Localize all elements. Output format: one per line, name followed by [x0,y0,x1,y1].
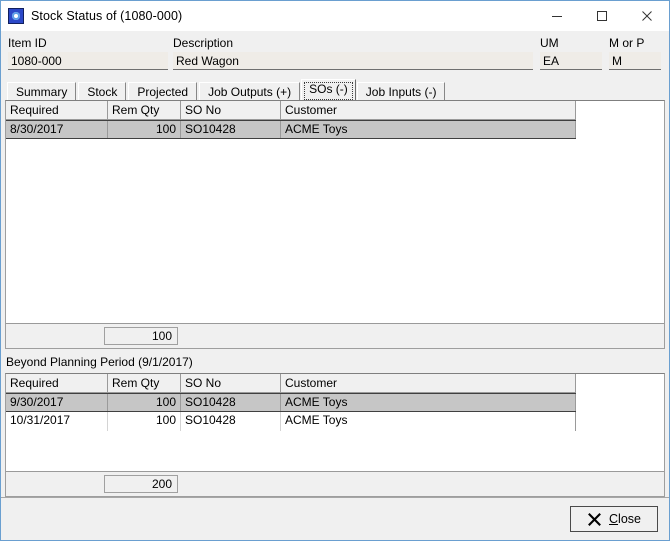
m-or-p-input[interactable] [609,52,661,70]
tab-job-inputs[interactable]: Job Inputs (-) [356,82,446,100]
close-button-label: Close [609,512,641,526]
cell-required: 8/30/2017 [6,121,108,138]
window-title: Stock Status of (1080-000) [31,9,183,23]
beyond-planning-period-label: Beyond Planning Period (9/1/2017) [1,353,669,373]
footer-bar: Close [1,497,669,540]
title-bar: Stock Status of (1080-000) [1,1,669,31]
cell-required: 9/30/2017 [6,394,108,411]
column-header-so-no[interactable]: SO No [181,101,281,119]
header-fields: Item ID Description UM M or P [1,31,669,77]
item-id-input[interactable] [8,52,168,70]
cell-so-no: SO10428 [181,121,281,138]
table-row[interactable]: 8/30/2017 100 SO10428 ACME Toys [6,120,576,139]
um-input[interactable] [540,52,602,70]
tab-summary-label: Summary [16,85,68,99]
tab-job-outputs-label: Job Outputs (+) [208,85,292,99]
minimize-button[interactable] [534,1,579,31]
tab-sos-label: SOs (-) [309,82,348,96]
column-header-rem-qty[interactable]: Rem Qty [108,101,181,119]
tab-stock[interactable]: Stock [78,82,127,100]
table-row[interactable]: 10/31/2017 100 SO10428 ACME Toys [6,412,576,431]
cell-required: 10/31/2017 [6,412,108,431]
close-window-button[interactable] [624,1,669,31]
beyond-total-value: 200 [104,475,178,493]
sos-total-bar: 100 [6,323,664,348]
app-icon [8,8,24,24]
description-input[interactable] [173,52,533,70]
stock-status-window: Stock Status of (1080-000) Item ID 1080-… [0,0,670,541]
sos-grid[interactable]: Required Rem Qty SO No Customer 8/30/201… [6,101,664,323]
close-rest-letters: lose [618,512,641,526]
maximize-icon [596,11,607,21]
sos-grid-body: 8/30/2017 100 SO10428 ACME Toys [6,120,664,139]
tab-summary[interactable]: Summary [7,82,77,100]
x-icon [588,512,601,526]
beyond-planning-grid[interactable]: Required Rem Qty SO No Customer 9/30/201… [6,374,664,471]
description-label: Description [173,36,234,50]
cell-rem-qty: 100 [108,394,181,411]
tab-sos[interactable]: SOs (-) [301,79,356,100]
tab-strip: Summary Stock Projected Job Outputs (+) … [1,77,669,100]
column-header-required[interactable]: Required [6,374,108,392]
window-controls [534,1,669,31]
column-header-required[interactable]: Required [6,101,108,119]
item-id-label: Item ID [8,36,47,50]
table-row[interactable]: 9/30/2017 100 SO10428 ACME Toys [6,393,576,412]
tab-projected[interactable]: Projected [128,82,198,100]
cell-customer: ACME Toys [281,412,576,431]
m-or-p-label: M or P [609,36,645,50]
cell-rem-qty: 100 [108,121,181,138]
cell-customer: ACME Toys [281,394,576,411]
beyond-grid-header: Required Rem Qty SO No Customer [6,374,576,393]
maximize-button[interactable] [579,1,624,31]
close-button[interactable]: Close [570,506,658,532]
minimize-icon [551,16,562,17]
cell-rem-qty: 100 [108,412,181,431]
column-header-rem-qty[interactable]: Rem Qty [108,374,181,392]
sos-grid-panel: Required Rem Qty SO No Customer 8/30/201… [5,100,665,349]
tab-stock-label: Stock [87,85,118,99]
close-accel-letter: C [609,512,619,526]
column-header-customer[interactable]: Customer [281,101,576,119]
beyond-planning-grid-panel: Required Rem Qty SO No Customer 9/30/201… [5,373,665,497]
um-label: UM [540,36,559,50]
column-header-so-no[interactable]: SO No [181,374,281,392]
cell-so-no: SO10428 [181,412,281,431]
column-header-customer[interactable]: Customer [281,374,576,392]
cell-customer: ACME Toys [281,121,576,138]
sos-total-value: 100 [104,327,178,345]
sos-grid-header: Required Rem Qty SO No Customer [6,101,576,120]
beyond-grid-body: 9/30/2017 100 SO10428 ACME Toys 10/31/20… [6,393,664,431]
cell-so-no: SO10428 [181,394,281,411]
close-icon [641,11,652,21]
tab-job-inputs-label: Job Inputs (-) [365,85,437,99]
tab-projected-label: Projected [137,85,189,99]
tab-job-outputs[interactable]: Job Outputs (+) [199,82,301,100]
beyond-total-bar: 200 [6,471,664,496]
